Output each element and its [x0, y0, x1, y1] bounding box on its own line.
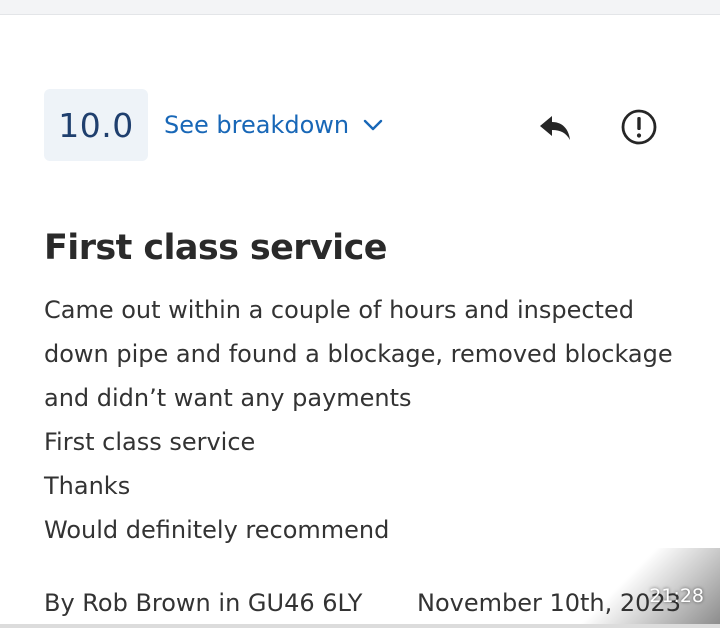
- see-breakdown-button[interactable]: See breakdown: [164, 111, 385, 139]
- review-author: By Rob Brown in GU46 6LY: [44, 589, 363, 617]
- top-bar: [0, 0, 720, 15]
- review-body-line: down pipe and found a blockage, removed …: [44, 340, 673, 368]
- review-date: November 10th, 2023: [417, 589, 681, 617]
- chevron-down-icon: [363, 119, 383, 131]
- review-body-line: Would definitely recommend: [44, 516, 390, 544]
- review-body-line: and didn’t want any payments: [44, 384, 412, 412]
- see-breakdown-label: See breakdown: [164, 111, 350, 139]
- bottom-divider: [0, 624, 720, 628]
- reply-icon[interactable]: [535, 107, 575, 147]
- score-badge: 10.0: [44, 89, 148, 161]
- review-body-line: Came out within a couple of hours and in…: [44, 296, 634, 324]
- review-body-line: First class service: [44, 428, 256, 456]
- review-body: Came out within a couple of hours and in…: [44, 288, 684, 552]
- report-icon[interactable]: [619, 107, 659, 147]
- score-row: 10.0 See breakdown: [44, 89, 385, 161]
- review-body-line: Thanks: [44, 472, 131, 500]
- review-title: First class service: [44, 228, 387, 268]
- time-overlay: 21:28: [649, 585, 704, 607]
